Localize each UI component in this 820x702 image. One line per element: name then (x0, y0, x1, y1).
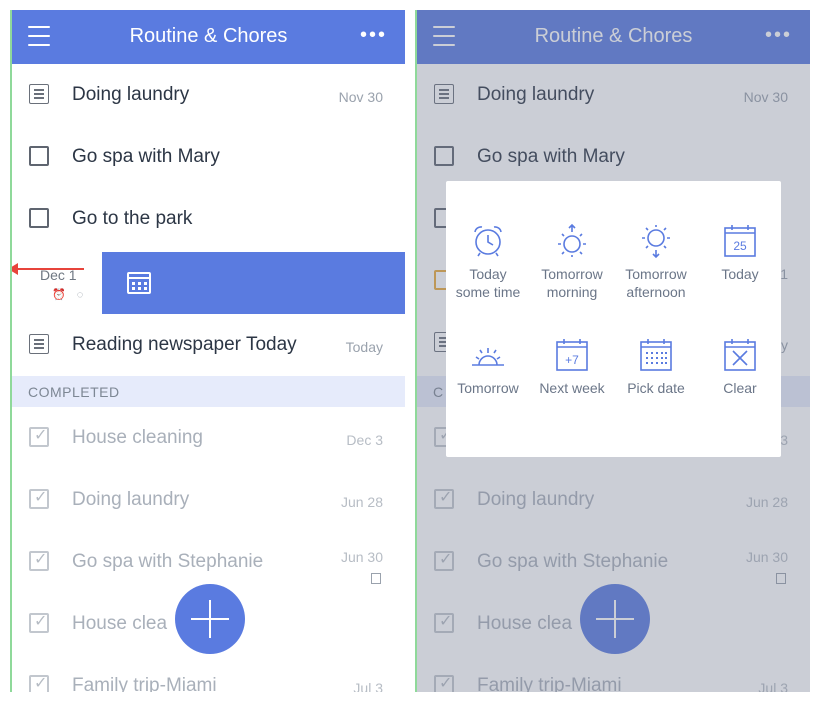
completed-section-header[interactable]: COMPLETED (12, 376, 405, 407)
reminder-icons: ⏰ ◌ (52, 289, 88, 301)
alarm-clock-icon (474, 226, 502, 257)
option-label: Pick date (627, 380, 685, 396)
sunrise-icon (558, 223, 586, 257)
option-label: Tomorrow (625, 266, 687, 282)
sun-down-icon (642, 225, 670, 259)
option-tomorrow[interactable]: Tomorrow (446, 333, 530, 397)
completed-checkbox[interactable]: ✓ (29, 427, 49, 447)
swipe-direction-arrow-icon (12, 263, 84, 275)
calendar-plus7-icon: +7 (556, 339, 588, 371)
completed-checkbox[interactable]: ✓ (29, 675, 49, 692)
add-task-button[interactable] (175, 584, 245, 654)
calendar-today-icon: 25 (724, 225, 756, 257)
task-date: Jul 3 (353, 680, 383, 692)
swiped-task-meta: Dec 1 ⏰ ◌ (12, 252, 102, 314)
task-label: Doing laundry (72, 84, 190, 105)
check-icon: ✓ (34, 675, 48, 692)
task-checkbox[interactable] (29, 208, 49, 228)
task-checkbox[interactable] (29, 146, 49, 166)
completed-task-row[interactable]: ✓ House cleaning Dec 3 (12, 407, 405, 469)
horizon-sun-icon (472, 348, 504, 366)
schedule-picker-dialog: Today some time Tomorrow morning Tomorro… (446, 181, 781, 457)
option-today[interactable]: 25 Today (698, 219, 782, 283)
option-label: Clear (723, 380, 757, 396)
option-tomorrow-afternoon[interactable]: Tomorrow afternoon (614, 219, 698, 301)
task-date: Dec 3 (346, 432, 383, 448)
calendar-icon (127, 272, 151, 294)
task-label: Go spa with Stephanie (72, 551, 264, 572)
note-icon (29, 84, 49, 104)
swiped-task-row[interactable]: Dec 1 ⏰ ◌ (12, 252, 405, 314)
left-screen: Routine & Chores ••• Doing laundry Nov 3… (10, 10, 405, 692)
task-label: Doing laundry (72, 489, 190, 510)
option-today-some-time[interactable]: Today some time (446, 219, 530, 301)
app-header: Routine & Chores ••• (12, 10, 405, 64)
completed-task-row[interactable]: ✓ Doing laundry Jun 28 (12, 469, 405, 531)
note-indicator-icon (371, 573, 381, 584)
option-label: Today (469, 266, 507, 282)
option-label: Next week (539, 380, 605, 396)
option-pick-date[interactable]: Pick date (614, 333, 698, 397)
task-label: Go spa with Mary (72, 146, 220, 167)
option-label: Tomorrow (541, 266, 603, 282)
calendar-badge: 25 (733, 239, 747, 253)
task-date: Nov 30 (338, 89, 383, 105)
task-row[interactable]: Go to the park (12, 188, 405, 250)
option-label: Tomorrow (457, 380, 519, 396)
check-icon: ✓ (34, 613, 48, 630)
right-screen: Routine & Chores ••• Doing laundry Nov 3… (415, 10, 810, 692)
section-title: COMPLETED (28, 384, 120, 400)
option-label: Today (721, 266, 759, 282)
option-sublabel: morning (546, 284, 598, 300)
task-date: Jun 30 (340, 549, 383, 565)
option-tomorrow-morning[interactable]: Tomorrow morning (530, 219, 614, 301)
task-row[interactable]: Doing laundry Nov 30 (12, 64, 405, 126)
option-sublabel: some time (455, 284, 521, 300)
option-sublabel: afternoon (626, 284, 686, 300)
completed-checkbox[interactable]: ✓ (29, 613, 49, 633)
clear-x-icon (724, 339, 756, 371)
check-icon: ✓ (34, 489, 48, 506)
task-label: Family trip-Miami (72, 675, 217, 692)
calendar-badge: +7 (565, 353, 579, 367)
task-date: Jun 28 (340, 494, 383, 510)
schedule-action-button[interactable] (102, 252, 405, 314)
task-label: House clea (72, 613, 168, 634)
calendar-grid-icon (640, 339, 672, 371)
completed-checkbox[interactable]: ✓ (29, 489, 49, 509)
task-date: Today (345, 339, 383, 355)
task-label: Go to the park (72, 208, 193, 229)
task-row[interactable]: Reading newspaper Today Today (12, 314, 405, 376)
task-label: Reading newspaper Today (72, 334, 297, 355)
list-title: Routine & Chores (129, 25, 288, 47)
more-options-icon[interactable]: ••• (360, 25, 387, 45)
check-icon: ✓ (34, 427, 48, 444)
completed-task-row[interactable]: ✓ Family trip-Miami Jul 3 (12, 655, 405, 692)
task-label: House cleaning (72, 427, 203, 448)
note-icon (29, 334, 49, 354)
check-icon: ✓ (34, 551, 48, 568)
option-clear[interactable]: Clear (698, 333, 782, 397)
task-row[interactable]: Go spa with Mary (12, 126, 405, 188)
option-next-week[interactable]: +7 Next week (530, 333, 614, 397)
completed-checkbox[interactable]: ✓ (29, 551, 49, 571)
